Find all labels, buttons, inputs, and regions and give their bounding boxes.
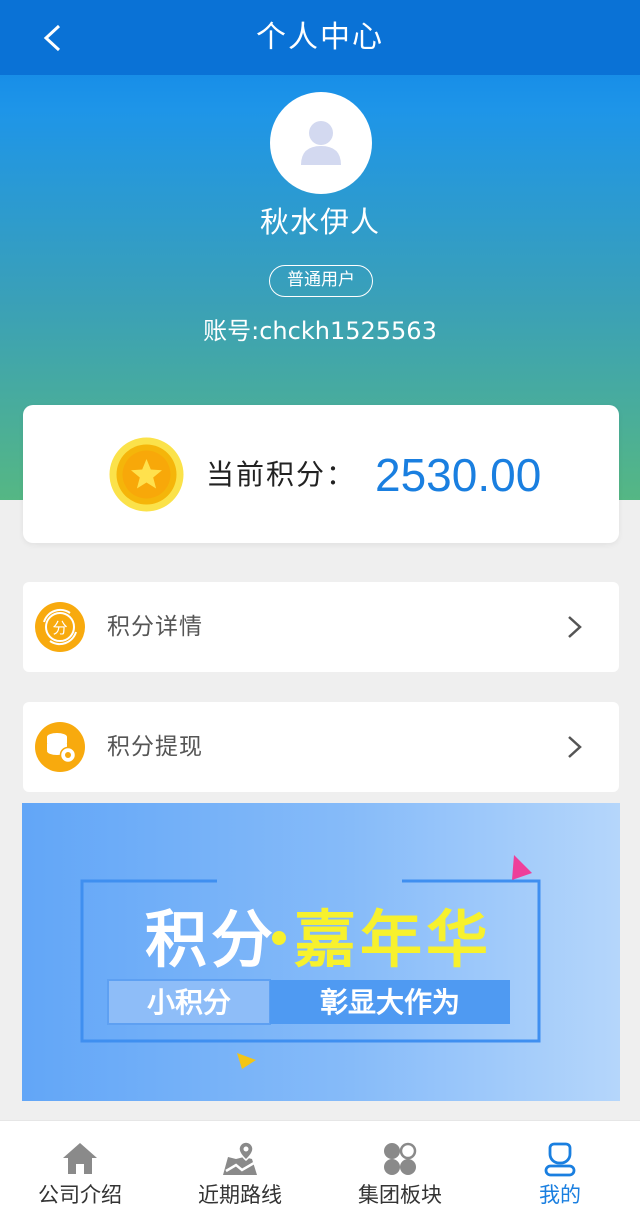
points-value: 2530.00: [375, 449, 542, 501]
menu-item-points-detail[interactable]: 分 积分详情: [23, 582, 619, 672]
banner-subtitle-left: 小积分: [147, 986, 231, 1019]
tab-label: 公司介绍: [38, 1183, 122, 1207]
banner-dot: [272, 931, 286, 945]
chevron-right-icon: [568, 616, 582, 638]
points-card: 当前积分： 2530.00: [23, 405, 619, 543]
banner-subtitle-right: 彰显大作为: [320, 986, 460, 1019]
svg-text:分: 分: [52, 619, 67, 637]
grid-icon: [384, 1142, 417, 1175]
points-withdraw-icon: [35, 722, 85, 772]
points-detail-icon: 分: [35, 602, 85, 652]
username: 秋水伊人: [259, 205, 380, 239]
page-title: 个人中心: [256, 20, 384, 55]
tab-label: 我的: [539, 1183, 581, 1207]
avatar[interactable]: [270, 92, 372, 194]
banner-title-part1: 积分: [145, 903, 277, 976]
map-route-icon: [223, 1141, 257, 1175]
tab-label: 集团板块: [358, 1183, 442, 1207]
top-bar: 个人中心: [0, 0, 640, 75]
user-avatar-icon: [301, 121, 341, 165]
role-badge: 普通用户: [269, 265, 373, 297]
banner-title-part2: 嘉年华: [294, 903, 492, 976]
points-label: 当前积分：: [206, 458, 357, 491]
tab-recent-routes[interactable]: 近期路线: [160, 1121, 320, 1230]
tab-company-intro[interactable]: 公司介绍: [0, 1121, 160, 1230]
points-carnival-banner[interactable]: 积分 嘉年华 小积分 彰显大作为: [22, 803, 620, 1101]
bottom-tab-bar: 公司介绍 近期路线 集团板块 我的: [0, 1120, 640, 1230]
coin-star-icon: [109, 437, 184, 512]
banner-artwork: 积分 嘉年华 小积分 彰显大作为: [80, 855, 541, 1069]
chevron-right-icon: [568, 736, 582, 758]
user-icon: [544, 1142, 576, 1177]
account-number: 账号:chckh1525563: [203, 317, 437, 345]
tab-mine[interactable]: 我的: [480, 1121, 640, 1230]
menu-item-points-withdraw[interactable]: 积分提现: [23, 702, 619, 792]
tab-label: 近期路线: [198, 1183, 282, 1207]
home-icon: [63, 1143, 97, 1174]
menu-label: 积分详情: [107, 614, 203, 640]
menu-label: 积分提现: [107, 734, 203, 760]
tab-group-sectors[interactable]: 集团板块: [320, 1121, 480, 1230]
